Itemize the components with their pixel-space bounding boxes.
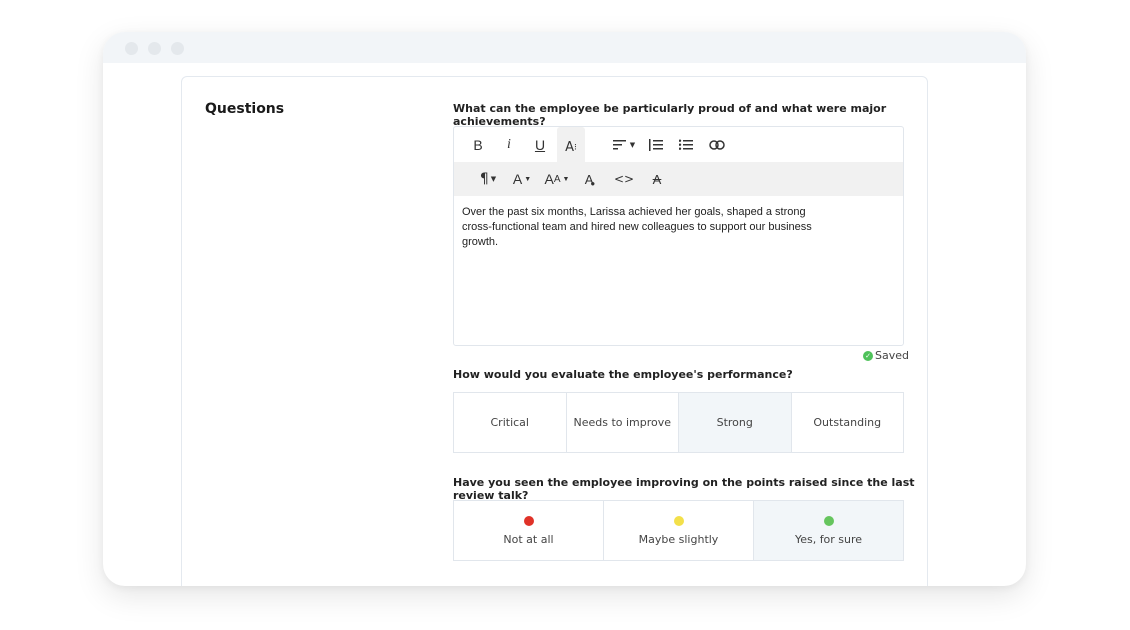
paragraph-icon[interactable]: ¶ ▼ [473,162,503,196]
unordered-list-icon[interactable] [672,127,700,162]
save-status-text: Saved [875,349,909,362]
questions-card: Questions What can the employee be parti… [181,76,928,586]
title-bar [103,32,1026,63]
question-3-label: Have you seen the employee improving on … [453,476,915,502]
green-dot-icon [823,515,834,526]
window-close-button[interactable] [125,42,138,55]
option-label: Maybe slightly [638,532,719,546]
bold-icon[interactable]: B [464,127,492,162]
app-window: Questions What can the employee be parti… [103,32,1026,586]
option-label: Yes, for sure [794,532,863,546]
window-maximize-button[interactable] [171,42,184,55]
save-status: ✓ Saved [863,349,909,362]
improvement-options: Not at all Maybe slightly Yes, for sure [453,500,904,561]
code-icon[interactable]: <> [609,162,639,196]
improvement-option-yes-for-sure[interactable]: Yes, for sure [754,501,903,560]
clear-format-icon[interactable]: A [642,162,672,196]
window-minimize-button[interactable] [148,42,161,55]
option-label: Not at all [503,532,554,546]
rating-option-needs-to-improve[interactable]: Needs to improve [567,393,679,452]
link-icon[interactable] [703,127,731,162]
text-color-icon[interactable]: A ● [575,162,605,196]
red-dot-icon [523,515,534,526]
ordered-list-icon[interactable] [642,127,670,162]
improvement-option-maybe-slightly[interactable]: Maybe slightly [604,501,754,560]
performance-rating-options: Critical Needs to improve Strong Outstan… [453,392,904,453]
editor-content[interactable]: Over the past six months, Larissa achiev… [454,196,830,259]
question-1-label: What can the employee be particularly pr… [453,102,887,128]
font-family-icon[interactable]: A ▼ [507,162,537,196]
editor-toolbar-row-2: ¶ ▼ A ▼ A A ▼ A ● <> A [454,162,903,196]
text-case-icon[interactable]: A A ▼ [540,162,574,196]
rating-option-strong[interactable]: Strong [679,393,792,452]
rich-text-editor: B i U A ⁝ ▼ ¶ ▼ A ▼ A A ▼ A ● <> A Over … [453,126,904,346]
rating-option-outstanding[interactable]: Outstanding [792,393,904,452]
yellow-dot-icon [673,515,684,526]
editor-toolbar-row-1: B i U A ⁝ ▼ [454,127,903,162]
italic-icon[interactable]: i [495,127,523,162]
improvement-option-not-at-all[interactable]: Not at all [454,501,604,560]
question-2-label: How would you evaluate the employee's pe… [453,368,793,381]
font-size-icon[interactable]: A ⁝ [557,127,585,162]
align-icon[interactable]: ▼ [610,127,638,162]
underline-icon[interactable]: U [526,127,554,162]
rating-option-critical[interactable]: Critical [454,393,567,452]
check-icon: ✓ [863,350,873,361]
section-title: Questions [205,101,285,117]
